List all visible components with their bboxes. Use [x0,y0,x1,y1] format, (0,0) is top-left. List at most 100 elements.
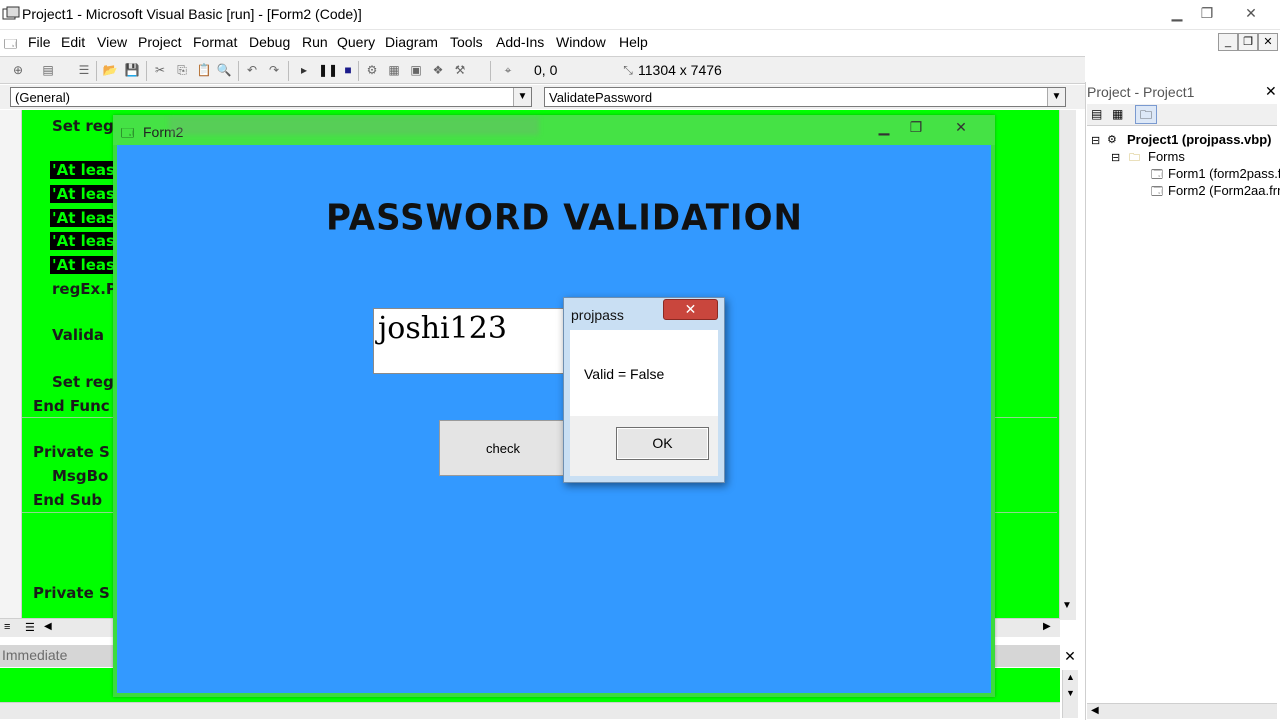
procedure-view-icon[interactable]: ≡ [4,621,10,633]
menu-query[interactable]: Query [337,34,375,50]
message-box-title: projpass [571,307,624,323]
chevron-down-icon[interactable]: ▼ [513,88,531,106]
object-combo[interactable]: (General) ▼ [10,87,532,107]
code-line[interactable]: 'At leas [50,209,117,227]
find-icon[interactable]: 🔍 [216,62,232,78]
full-module-view-icon[interactable]: ☰ [25,621,35,634]
cut-icon[interactable]: ✂ [152,62,168,78]
scroll-down-icon[interactable]: ▼ [1062,600,1072,611]
code-vertical-scrollbar[interactable]: ▼ [1059,110,1076,620]
project-close-icon[interactable]: ✕ [1265,84,1279,98]
folder-icon: 🗀 [1129,152,1140,164]
menu-diagram[interactable]: Diagram [385,34,438,50]
project-scrollbar[interactable]: ◀ [1087,703,1277,719]
restore-button[interactable]: ❐ [1190,3,1224,23]
view-object-icon[interactable]: ▦ [1112,107,1123,121]
immediate-vertical-scrollbar[interactable]: ▲ ▼ [1062,670,1078,718]
paste-icon[interactable]: 📋 [196,62,212,78]
break-icon[interactable]: ❚❚ [318,62,338,78]
chevron-down-icon[interactable]: ▼ [1047,88,1065,106]
copy-icon[interactable]: ⎘ [174,62,190,78]
form-layout-icon[interactable]: ▣ [408,62,424,78]
code-line[interactable]: 'At leas [50,232,117,250]
form-icon: 🗔 [1151,186,1163,198]
menu-window[interactable]: Window [556,34,606,50]
project-explorer-icon[interactable]: ⚙ [364,62,380,78]
add-project-icon[interactable]: ⊕ [10,62,26,78]
menu-format[interactable]: Format [193,34,237,50]
code-gutter [0,110,22,620]
end-icon[interactable]: ■ [340,62,356,78]
mdi-minimize-button[interactable]: _ [1218,33,1238,51]
menu-file[interactable]: File [28,34,51,50]
scroll-right-icon[interactable]: ▶ [1043,621,1051,632]
collapse-icon[interactable]: ⊟ [1111,151,1120,164]
immediate-scrollbar[interactable] [0,702,1060,719]
add-form-icon[interactable]: ▤ [40,62,56,78]
object-browser-icon[interactable]: ❖ [430,62,446,78]
code-line[interactable]: 'At leas [50,256,117,274]
start-icon[interactable]: ▸ [296,62,312,78]
code-line[interactable]: 'At leas [50,185,117,203]
undo-icon[interactable]: ↶ [244,62,260,78]
mdi-close-button[interactable]: ✕ [1258,33,1278,51]
code-line[interactable]: Private S [33,584,110,602]
scroll-down-icon[interactable]: ▼ [1066,688,1075,698]
standard-toolbar: ⊕ ▤ ☰ 📂 💾 ✂ ⎘ 📋 🔍 ↶ ↷ ▸ ❚❚ ■ ⚙ ▦ ▣ ❖ ⚒ ⌖… [0,56,1085,84]
menu-project[interactable]: Project [138,34,182,50]
code-line[interactable]: Set reg [52,373,114,391]
menu-run[interactable]: Run [302,34,328,50]
scroll-left-icon[interactable]: ◀ [1091,705,1099,716]
code-line[interactable]: End Func [33,397,110,415]
tree-forms-folder[interactable]: Forms [1148,149,1185,164]
form2-maximize-button[interactable]: ❐ [903,118,929,136]
tree-form2[interactable]: Form2 (Form2aa.frm [1168,183,1280,198]
code-line[interactable]: regEx.P [52,280,117,298]
message-box-close-button[interactable]: ✕ [663,299,718,320]
menu-addins[interactable]: Add-Ins [496,34,544,50]
menu-edit[interactable]: Edit [61,34,85,50]
properties-window-icon[interactable]: ▦ [386,62,402,78]
scroll-up-icon[interactable]: ▲ [1066,672,1075,682]
close-button[interactable]: ✕ [1234,3,1268,23]
project-icon: ⚙ [1107,134,1117,146]
title-bar: Project1 - Microsoft Visual Basic [run] … [0,0,1280,30]
tree-form1[interactable]: Form1 (form2pass.fr [1168,166,1280,181]
toggle-folders-icon[interactable]: 🗀 [1135,105,1157,124]
mdi-restore-button[interactable]: ❐ [1238,33,1258,51]
open-project-icon[interactable]: 📂 [102,62,118,78]
password-input[interactable]: joshi123 [373,308,565,374]
menu-tools[interactable]: Tools [450,34,483,50]
code-line[interactable]: End Sub [33,491,102,509]
object-combo-value: (General) [15,90,70,105]
code-line[interactable]: 'At leas [50,161,117,179]
redo-icon[interactable]: ↷ [266,62,282,78]
procedure-combo-value: ValidatePassword [549,90,653,105]
form-icon: 🗔 [121,126,135,140]
menu-debug[interactable]: Debug [249,34,290,50]
page-title: PASSWORD VALIDATION [326,197,803,239]
minimize-button[interactable]: ▁ [1160,3,1194,23]
check-button[interactable]: check [439,420,567,476]
form2-minimize-button[interactable]: ▁ [871,118,897,136]
menu-editor-icon[interactable]: ☰ [76,62,92,78]
scroll-left-icon[interactable]: ◀ [44,621,52,632]
view-code-icon[interactable]: ▤ [1091,107,1102,121]
menu-view[interactable]: View [97,34,127,50]
code-line[interactable]: Valida [52,326,104,344]
tree-project-root[interactable]: Project1 (projpass.vbp) [1127,132,1271,147]
ok-button[interactable]: OK [616,427,709,460]
menu-help[interactable]: Help [619,34,648,50]
save-project-icon[interactable]: 💾 [124,62,140,78]
form2-title-bar: 🗔 Form2 ▁ ❐ ✕ [113,115,995,145]
code-line[interactable]: Private S [33,443,110,461]
procedure-combo[interactable]: ValidatePassword ▼ [544,87,1066,107]
code-line[interactable]: MsgBo [52,467,108,485]
immediate-close-icon[interactable]: ✕ [1062,648,1078,664]
collapse-icon[interactable]: ⊟ [1091,134,1100,147]
form2-close-button[interactable]: ✕ [943,118,979,136]
toolbox-icon[interactable]: ⚒ [452,62,468,78]
project-explorer-title: Project - Project1 [1087,84,1195,100]
code-line[interactable]: Set reg [52,117,114,135]
position-icon: ⌖ [504,63,512,77]
